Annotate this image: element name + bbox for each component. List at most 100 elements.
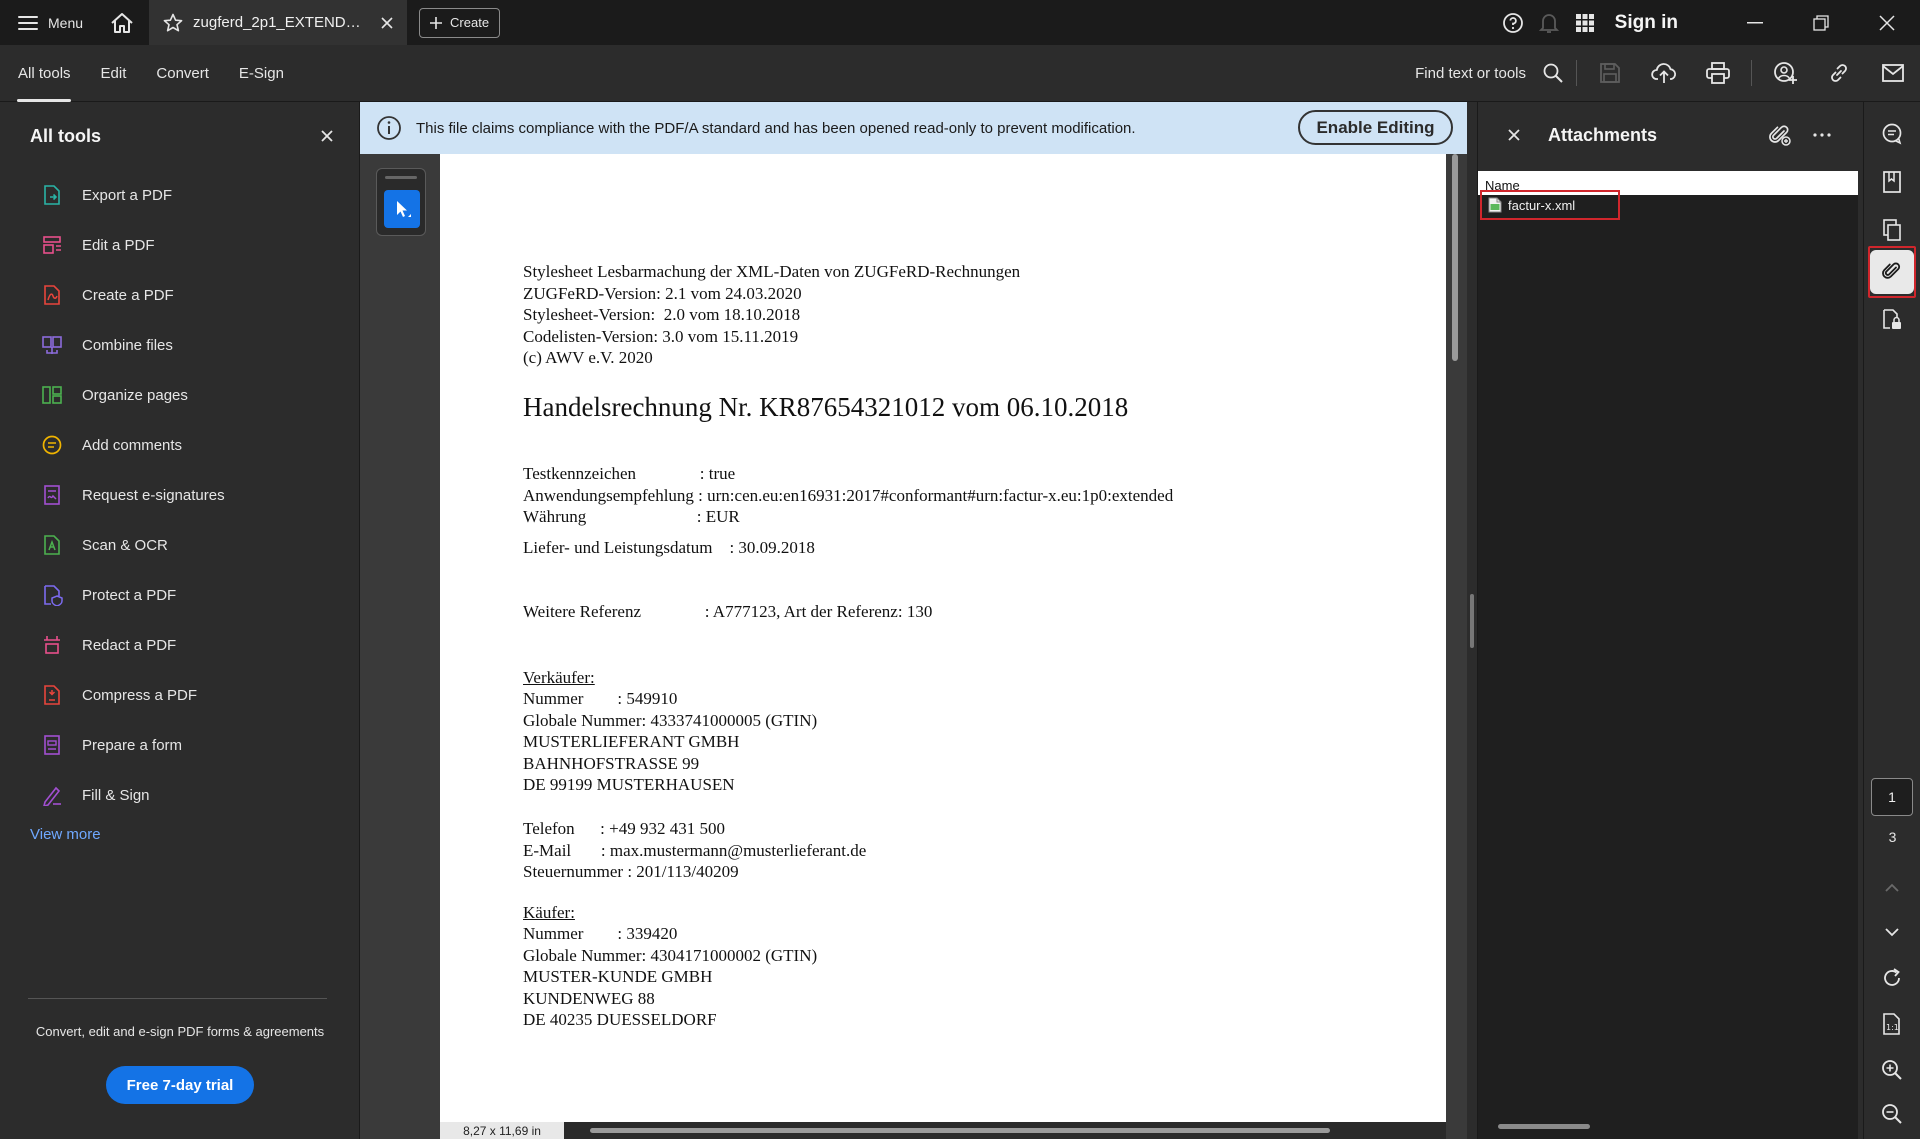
cursor-arrow-icon	[397, 201, 411, 217]
prepare-form-icon	[40, 733, 64, 757]
copy-link-button[interactable]	[1812, 45, 1866, 102]
paperclip-add-icon	[1769, 125, 1791, 146]
select-tool-button[interactable]	[384, 190, 420, 228]
restore-button[interactable]	[1788, 0, 1854, 45]
vertical-scrollbar[interactable]	[1449, 154, 1461, 1122]
tool-item-prepare-form[interactable]: Prepare a form	[0, 720, 359, 770]
delivery-date: Liefer- und Leistungsdatum : 30.09.2018	[523, 538, 815, 557]
panel-splitter[interactable]	[1467, 102, 1477, 1139]
help-button[interactable]	[1495, 0, 1531, 45]
apps-button[interactable]	[1567, 0, 1603, 45]
all-tools-panel: All tools Export a PDF Edit a PDF Create a…	[0, 102, 360, 1139]
panel-divider	[28, 998, 327, 999]
tool-item-redact-pdf[interactable]: Redact a PDF	[0, 620, 359, 670]
add-attachment-button[interactable]	[1759, 114, 1801, 156]
attachments-button[interactable]	[1870, 250, 1914, 294]
minimize-button[interactable]	[1722, 0, 1788, 45]
scroll-thumb[interactable]	[1452, 154, 1458, 361]
document-tab[interactable]: zugferd_2p1_EXTENDE...	[149, 0, 408, 45]
previous-page-button[interactable]	[1870, 866, 1914, 910]
email-button[interactable]	[1866, 45, 1920, 102]
tool-item-export-pdf[interactable]: Export a PDF	[0, 170, 359, 220]
tool-item-label: Redact a PDF	[82, 636, 177, 654]
current-page-input[interactable]: 1	[1871, 778, 1913, 816]
add-user-icon	[1774, 62, 1797, 84]
close-tab-button[interactable]	[377, 13, 397, 33]
tool-item-label: Scan & OCR	[82, 536, 168, 554]
compress-pdf-icon	[40, 683, 64, 707]
horizontal-scroll-thumb[interactable]	[590, 1128, 1330, 1133]
tool-item-fill-sign[interactable]: Fill & Sign	[0, 770, 359, 820]
quick-tools-bar	[376, 168, 426, 236]
tool-item-organize-pages[interactable]: Organize pages	[0, 370, 359, 420]
bookmarks-button[interactable]	[1870, 160, 1914, 204]
tool-item-request-esignatures[interactable]: Request e-signatures	[0, 470, 359, 520]
zoom-out-button[interactable]	[1870, 1092, 1914, 1136]
share-user-button[interactable]	[1758, 45, 1812, 102]
edit-pdf-icon	[40, 233, 64, 257]
attachments-scrollbar[interactable]	[1478, 1116, 1858, 1139]
rotate-button[interactable]	[1870, 956, 1914, 1000]
toolbar-divider	[1576, 60, 1577, 86]
enable-editing-button[interactable]: Enable Editing	[1298, 110, 1453, 145]
tool-item-label: Fill & Sign	[82, 786, 150, 804]
upload-cloud-button[interactable]	[1637, 45, 1691, 102]
tool-item-label: Request e-signatures	[82, 486, 225, 504]
page-dimensions: 8,27 x 11,69 in	[440, 1122, 564, 1139]
tool-item-create-pdf[interactable]: Create a PDF	[0, 270, 359, 320]
search-button[interactable]	[1536, 45, 1570, 102]
menu-button[interactable]: Menu	[0, 0, 99, 45]
save-icon	[1600, 63, 1620, 83]
next-page-button[interactable]	[1870, 910, 1914, 954]
mail-icon	[1882, 64, 1904, 82]
attachments-scroll-thumb[interactable]	[1498, 1124, 1590, 1129]
tool-item-compress-pdf[interactable]: Compress a PDF	[0, 670, 359, 720]
zoom-in-button[interactable]	[1870, 1048, 1914, 1092]
buyer-details: Nummer : 339420 Globale Nummer: 43041710…	[523, 924, 818, 1029]
star-icon[interactable]	[163, 13, 183, 33]
tab-esign[interactable]: E-Sign	[224, 45, 299, 102]
security-button[interactable]	[1870, 298, 1914, 342]
free-trial-button[interactable]: Free 7-day trial	[106, 1066, 254, 1104]
tool-item-edit-pdf[interactable]: Edit a PDF	[0, 220, 359, 270]
status-bar: 8,27 x 11,69 in	[440, 1122, 1446, 1139]
seller-contact: Telefon : +49 932 431 500 E-Mail : max.m…	[523, 819, 867, 881]
buyer-title: Käufer:	[523, 903, 575, 922]
pdf-page: Stylesheet Lesbarmachung der XML-Daten v…	[440, 154, 1446, 1122]
tool-item-protect-pdf[interactable]: Protect a PDF	[0, 570, 359, 620]
save-button[interactable]	[1583, 45, 1637, 102]
sign-in-button[interactable]: Sign in	[1615, 12, 1678, 34]
create-label: Create	[450, 15, 490, 30]
close-attachments-button[interactable]	[1504, 125, 1524, 145]
search-icon	[1543, 63, 1563, 83]
notifications-button[interactable]	[1531, 0, 1567, 45]
tool-item-scan-ocr[interactable]: Scan & OCR	[0, 520, 359, 570]
tool-item-add-comments[interactable]: Add comments	[0, 420, 359, 470]
home-button[interactable]	[99, 0, 145, 45]
tab-edit[interactable]: Edit	[86, 45, 142, 102]
tab-convert[interactable]: Convert	[141, 45, 224, 102]
tool-item-label: Export a PDF	[82, 186, 173, 204]
splitter-handle[interactable]	[1470, 594, 1474, 648]
close-panel-button[interactable]	[315, 124, 339, 148]
tool-item-label: Prepare a form	[82, 736, 183, 754]
title-bar: Menu zugferd_2p1_EXTENDE... Create Sign …	[0, 0, 1920, 45]
close-window-button[interactable]	[1854, 0, 1920, 45]
help-icon	[1502, 12, 1523, 33]
attachment-row[interactable]: factur-x.xml	[1480, 190, 1620, 220]
create-pdf-icon	[40, 283, 64, 307]
pdfa-info-bar: This file claims compliance with the PDF…	[360, 102, 1467, 154]
more-icon	[1813, 133, 1831, 137]
print-button[interactable]	[1691, 45, 1745, 102]
tab-all-tools[interactable]: All tools	[0, 45, 86, 102]
fit-page-button[interactable]: 1:1	[1870, 1002, 1914, 1046]
create-button[interactable]: Create	[419, 7, 501, 38]
tool-item-combine-files[interactable]: Combine files	[0, 320, 359, 370]
invoice-heading: Handelsrechnung Nr. KR87654321012 vom 06…	[523, 392, 1129, 422]
more-options-button[interactable]	[1801, 114, 1843, 156]
view-more-link[interactable]: View more	[0, 826, 359, 843]
find-text-label[interactable]: Find text or tools	[1415, 65, 1526, 82]
comments-button[interactable]	[1870, 112, 1914, 156]
drag-handle[interactable]	[385, 176, 417, 179]
printer-icon	[1706, 62, 1730, 84]
